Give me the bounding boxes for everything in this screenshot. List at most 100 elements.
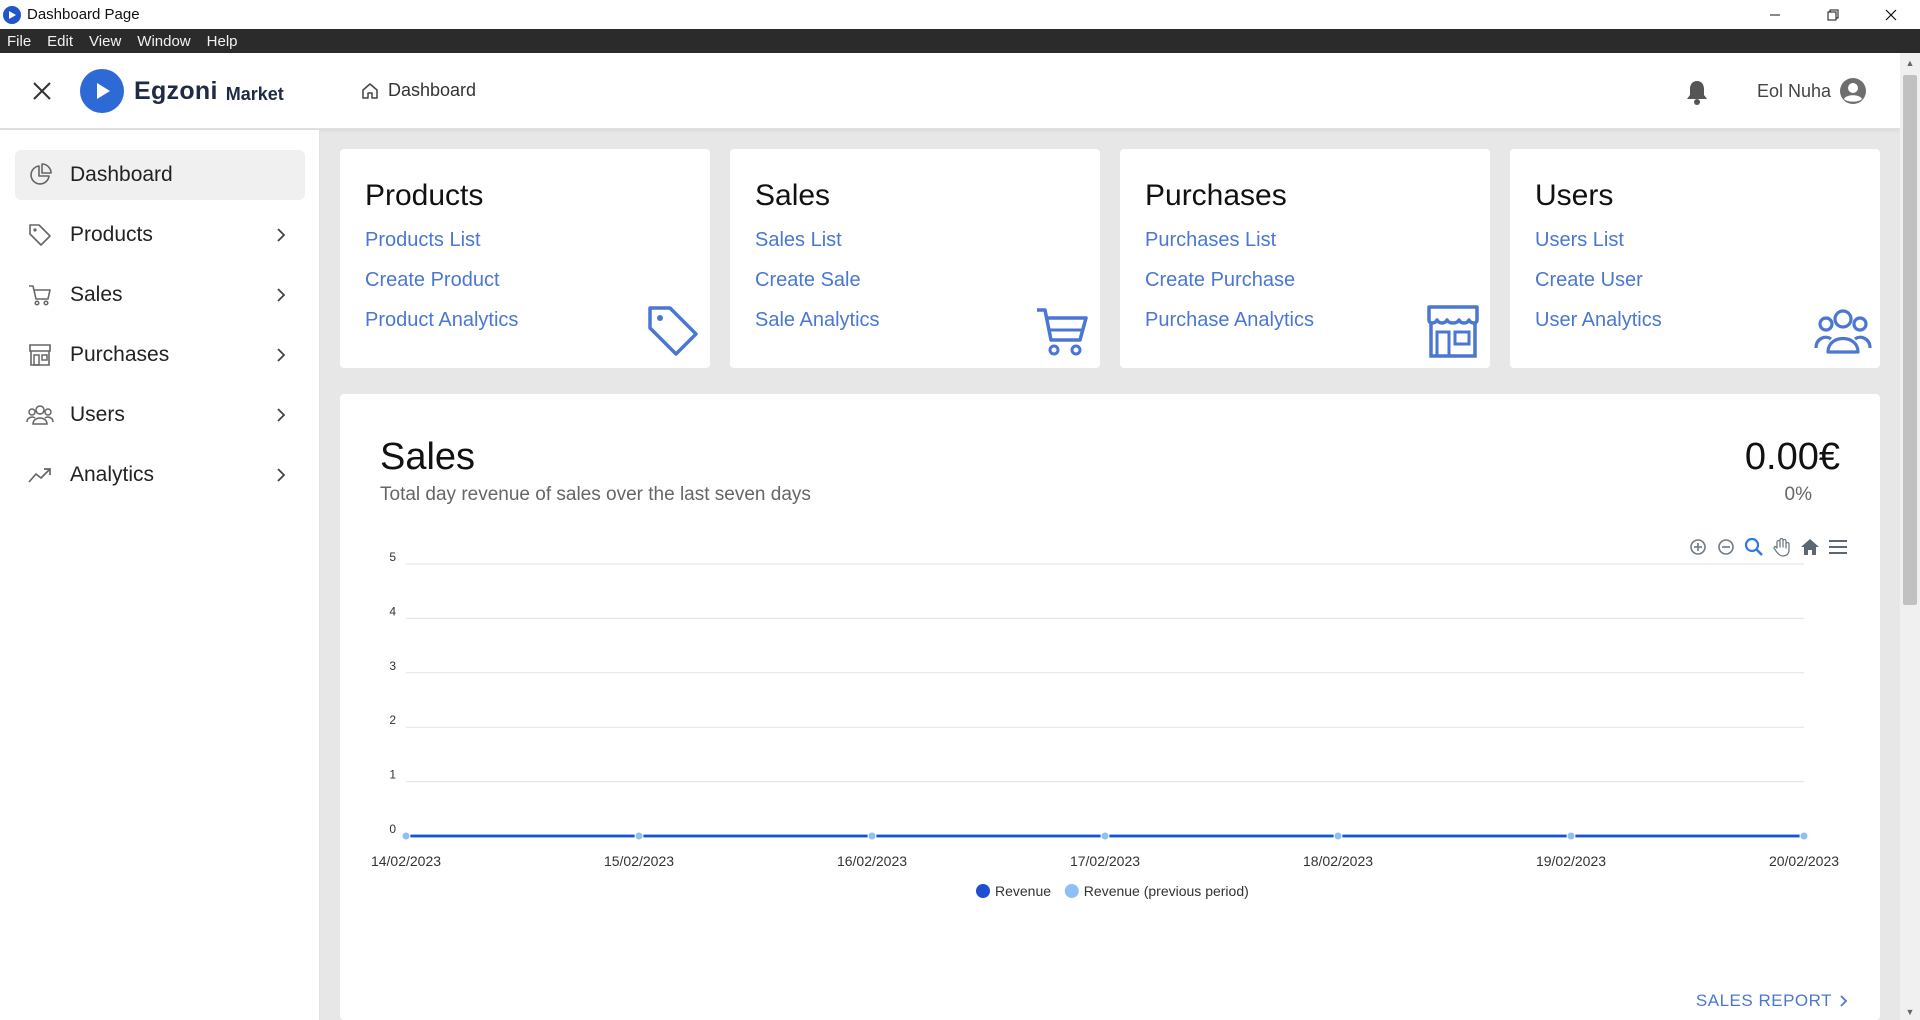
menu-view[interactable]: View [81, 33, 129, 50]
brand-sub: Market [225, 83, 284, 104]
create-sale-link[interactable]: Create Sale [755, 269, 861, 292]
breadcrumb[interactable]: Dashboard [360, 80, 476, 101]
notifications-button[interactable] [1685, 79, 1709, 110]
user-avatar-icon [1840, 78, 1867, 104]
x-tick-label: 14/02/2023 [371, 853, 441, 869]
sales-total: 0.00€ [1744, 436, 1840, 478]
y-tick-label: 5 [389, 550, 396, 564]
chevron-right-icon [269, 283, 293, 307]
data-point [1100, 831, 1110, 841]
sidebar-item-dashboard[interactable]: Dashboard [15, 150, 305, 200]
y-tick-label: 4 [389, 604, 396, 618]
legend-label: Revenue (previous period) [1084, 883, 1249, 899]
chevron-right-icon [1840, 995, 1848, 1007]
users-list-link[interactable]: Users List [1535, 229, 1624, 252]
products-list-link[interactable]: Products List [365, 229, 481, 252]
sales-report-label: SALES REPORT [1695, 991, 1832, 1010]
chart-grid [406, 563, 1804, 837]
cart-icon [25, 280, 55, 310]
scroll-up-icon[interactable]: ▲ [1900, 55, 1920, 71]
create-product-link[interactable]: Create Product [365, 269, 500, 292]
card-title: Purchases [1145, 179, 1287, 212]
x-tick-label: 19/02/2023 [1536, 853, 1606, 869]
menu-window[interactable]: Window [129, 33, 198, 50]
restore-button[interactable] [1804, 0, 1862, 29]
x-axis-ticks: 14/02/2023 15/02/2023 16/02/2023 17/02/2023… [371, 853, 1839, 869]
sidebar-item-analytics[interactable]: Analytics [15, 450, 305, 500]
breadcrumb-label: Dashboard [388, 80, 477, 100]
sidebar-item-purchases[interactable]: Purchases [15, 330, 305, 380]
purchase-analytics-link[interactable]: Purchase Analytics [1145, 309, 1314, 332]
window-titlebar: Dashboard Page [0, 0, 1920, 29]
card-title: Users [1535, 179, 1614, 212]
users-card: Users Users List Create User User Analyt… [1510, 149, 1880, 368]
y-tick-label: 3 [389, 659, 396, 673]
sidebar-item-label: Sales [70, 283, 123, 306]
sidebar-item-users[interactable]: Users [15, 390, 305, 440]
sidebar-item-label: Products [70, 223, 153, 246]
minimize-button[interactable] [1746, 0, 1804, 29]
y-tick-label: 0 [389, 822, 396, 836]
cart-icon [1037, 308, 1088, 356]
sidebar-item-label: Users [70, 403, 125, 426]
panel-title: Sales [380, 436, 476, 478]
x-tick-label: 18/02/2023 [1303, 853, 1373, 869]
sales-list-link[interactable]: Sales List [755, 229, 842, 252]
menu-edit[interactable]: Edit [39, 33, 81, 50]
pie-chart-icon [25, 160, 55, 190]
chevron-right-icon [269, 403, 293, 427]
data-point [634, 831, 644, 841]
home-icon [362, 82, 378, 99]
card-title: Sales [755, 179, 831, 212]
create-purchase-link[interactable]: Create Purchase [1145, 269, 1295, 292]
sales-line-chart: 0 1 2 3 4 5 14/02/2023 15/02/2023 16/02/2023 17/… [371, 550, 1839, 899]
x-tick-label: 20/02/2023 [1769, 853, 1839, 869]
panel-subtitle: Total day revenue of sales over the last… [380, 484, 811, 505]
chart-legend[interactable]: Revenue Revenue (previous period) [976, 883, 1249, 899]
product-analytics-link[interactable]: Product Analytics [365, 309, 518, 332]
vertical-scrollbar[interactable]: ▲ ▼ [1900, 53, 1920, 1020]
x-tick-label: 16/02/2023 [837, 853, 907, 869]
trending-up-icon [25, 460, 55, 490]
purchases-card: Purchases Purchases List Create Purchase… [1120, 149, 1490, 368]
x-tick-label: 17/02/2023 [1070, 853, 1140, 869]
users-icon [1814, 309, 1872, 354]
sale-analytics-link[interactable]: Sale Analytics [755, 309, 880, 332]
store-icon [25, 340, 55, 370]
app-header: Egzoni Market Dashboard Eol Nuha [0, 53, 1900, 129]
menu-file[interactable]: File [0, 33, 39, 50]
tag-icon [648, 306, 698, 356]
store-icon [1427, 305, 1479, 358]
chevron-right-icon [269, 343, 293, 367]
brand-logo[interactable]: Egzoni Market [80, 69, 284, 113]
y-tick-label: 2 [389, 713, 396, 727]
chart-series [401, 831, 1809, 841]
sales-report-link[interactable]: SALES REPORT [1696, 991, 1850, 1011]
data-point [401, 831, 411, 841]
close-sidebar-button[interactable] [28, 77, 56, 105]
close-icon [33, 82, 51, 100]
products-card: Products Products List Create Product Pr… [340, 149, 710, 368]
user-menu[interactable]: Eol Nuha [1757, 77, 1867, 105]
sidebar-item-products[interactable]: Products [15, 210, 305, 260]
sales-change: 0% [1784, 484, 1812, 505]
scroll-down-icon[interactable]: ▼ [1900, 1004, 1920, 1020]
card-title: Products [365, 179, 484, 212]
user-analytics-link[interactable]: User Analytics [1535, 309, 1662, 332]
menu-help[interactable]: Help [199, 33, 246, 50]
sidebar-item-sales[interactable]: Sales [15, 270, 305, 320]
brand-name: Egzoni [134, 76, 218, 105]
sales-panel: Sales Total day revenue of sales over th… [340, 394, 1880, 1020]
sidebar-item-label: Dashboard [70, 163, 173, 186]
window-title: Dashboard Page [27, 6, 140, 23]
close-window-button[interactable] [1862, 0, 1920, 29]
legend-label: Revenue [995, 883, 1051, 899]
y-axis-ticks: 0 1 2 3 4 5 [389, 550, 396, 836]
y-tick-label: 1 [389, 768, 396, 782]
create-user-link[interactable]: Create User [1535, 269, 1643, 292]
play-logo-icon [80, 69, 124, 113]
scrollbar-thumb[interactable] [1903, 75, 1917, 605]
sidebar: Dashboard Products Sales Purchases Users [0, 130, 320, 1020]
purchases-list-link[interactable]: Purchases List [1145, 229, 1276, 252]
data-point [1799, 831, 1809, 841]
